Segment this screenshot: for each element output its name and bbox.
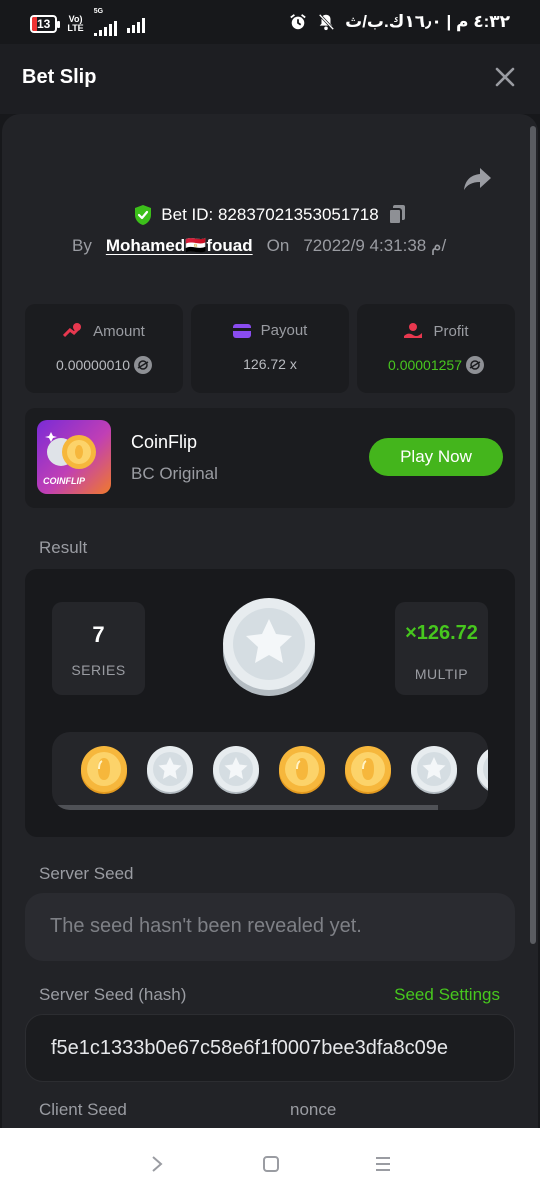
bet-meta-row: By Mohamed🇪🇬fouad On 7م 4:31:38 2022/9/ <box>72 236 446 256</box>
user-link[interactable]: Mohamed🇪🇬fouad <box>106 236 253 256</box>
silver-coin-icon <box>213 746 259 794</box>
menu-icon[interactable] <box>374 1155 392 1173</box>
server-seed-label: Server Seed <box>39 864 134 883</box>
by-label: By <box>72 236 92 255</box>
5g-label: 5G <box>93 8 104 15</box>
profit-icon <box>404 323 423 338</box>
series-box: 7 SERIES <box>52 602 145 695</box>
bet-stats: Amount 0.00000010 Payout 126.72 x Profit… <box>25 304 515 393</box>
flip-history-strip[interactable] <box>52 732 488 810</box>
on-label: On <box>266 236 290 255</box>
silver-coin-icon <box>477 749 488 791</box>
result-coin-silver <box>223 598 315 696</box>
network-label: Vo) LTE <box>67 15 83 33</box>
multiplier-label: MULTIP <box>414 666 469 682</box>
silver-coin-icon <box>147 746 193 794</box>
back-icon[interactable] <box>148 1155 166 1173</box>
gold-coin-icon <box>345 746 391 794</box>
shield-check-icon <box>135 205 152 225</box>
share-icon[interactable] <box>462 166 492 192</box>
silver-coin-icon <box>411 746 457 794</box>
amount-label: Amount <box>93 322 145 340</box>
close-icon[interactable] <box>494 66 516 88</box>
server-seed-hash-field[interactable]: f5e1c1333b0e67c58e6f1f0007bee3dfa8c09e <box>25 1014 515 1082</box>
lte-label: LTE <box>67 23 84 33</box>
coinflip-thumbnail[interactable]: COINFLIP <box>37 420 111 494</box>
amount-icon <box>63 323 82 338</box>
result-panel: 7 SERIES ×126.72 MULTIP <box>25 569 515 837</box>
copy-icon[interactable] <box>387 204 407 226</box>
battery-level: 13 <box>37 17 51 31</box>
server-seed-field: The seed hasn't been revealed yet. <box>25 893 515 961</box>
server-seed-hash-label: Server Seed (hash) <box>39 985 187 1004</box>
multiplier-value: ×126.72 <box>405 622 478 644</box>
gold-coin-icon <box>81 746 127 794</box>
series-label: SERIES <box>71 662 126 678</box>
system-nav-bar <box>0 1128 540 1200</box>
currency-icon <box>465 356 484 374</box>
play-now-button[interactable]: Play Now <box>369 438 503 476</box>
bet-date: 7م 4:31:38 2022/9/ <box>303 236 447 255</box>
thumb-label: COINFLIP <box>43 476 85 486</box>
client-seed-label: Client Seed <box>39 1100 127 1119</box>
series-value: 7 <box>92 622 105 647</box>
strip-scrollbar[interactable] <box>52 805 438 810</box>
signal-icon-2 <box>126 15 145 33</box>
game-card: COINFLIP CoinFlip BC Original Play Now <box>25 408 515 508</box>
alarm-icon <box>290 14 306 30</box>
bet-id-row: Bet ID: 82837021353051718 <box>2 204 538 226</box>
seed-settings-link[interactable]: Seed Settings <box>394 985 500 1005</box>
amount-value: 0.00000010 <box>56 357 130 373</box>
game-name: CoinFlip <box>131 432 198 452</box>
page-title: Bet Slip <box>22 66 97 88</box>
status-bar: 13 Vo) LTE 5G ٤:٣٢ م | ١٦٫٠ك.ب/ث <box>0 0 540 44</box>
multiplier-box: ×126.72 MULTIP <box>395 602 488 695</box>
home-icon[interactable] <box>262 1155 280 1173</box>
game-subtitle: BC Original <box>131 464 218 483</box>
nonce-label: nonce <box>290 1100 337 1119</box>
payout-value: 126.72 x <box>243 356 297 372</box>
payout-label: Payout <box>260 322 308 339</box>
payout-card: Payout 126.72 x <box>191 304 349 393</box>
signal-icon: 5G <box>93 8 117 36</box>
bet-id: Bet ID: 82837021353051718 <box>161 205 379 224</box>
profit-value: 0.00001257 <box>388 357 462 373</box>
currency-icon <box>133 356 152 374</box>
battery-indicator: 13 <box>30 15 61 33</box>
mute-icon <box>318 13 335 31</box>
result-label: Result <box>39 538 88 557</box>
profit-card: Profit 0.00001257 <box>357 304 515 393</box>
status-time: ٤:٣٢ م | ١٦٫٠ك.ب/ث <box>345 12 510 31</box>
profit-label: Profit <box>433 322 469 340</box>
gold-coin-icon <box>279 746 325 794</box>
amount-card: Amount 0.00000010 <box>25 304 183 393</box>
bet-slip-header: Bet Slip <box>0 44 540 114</box>
wallet-icon <box>232 323 251 338</box>
scrollbar[interactable] <box>530 126 536 944</box>
bet-slip-panel: Bet ID: 82837021353051718 By Mohamed🇪🇬fo… <box>2 114 538 1134</box>
